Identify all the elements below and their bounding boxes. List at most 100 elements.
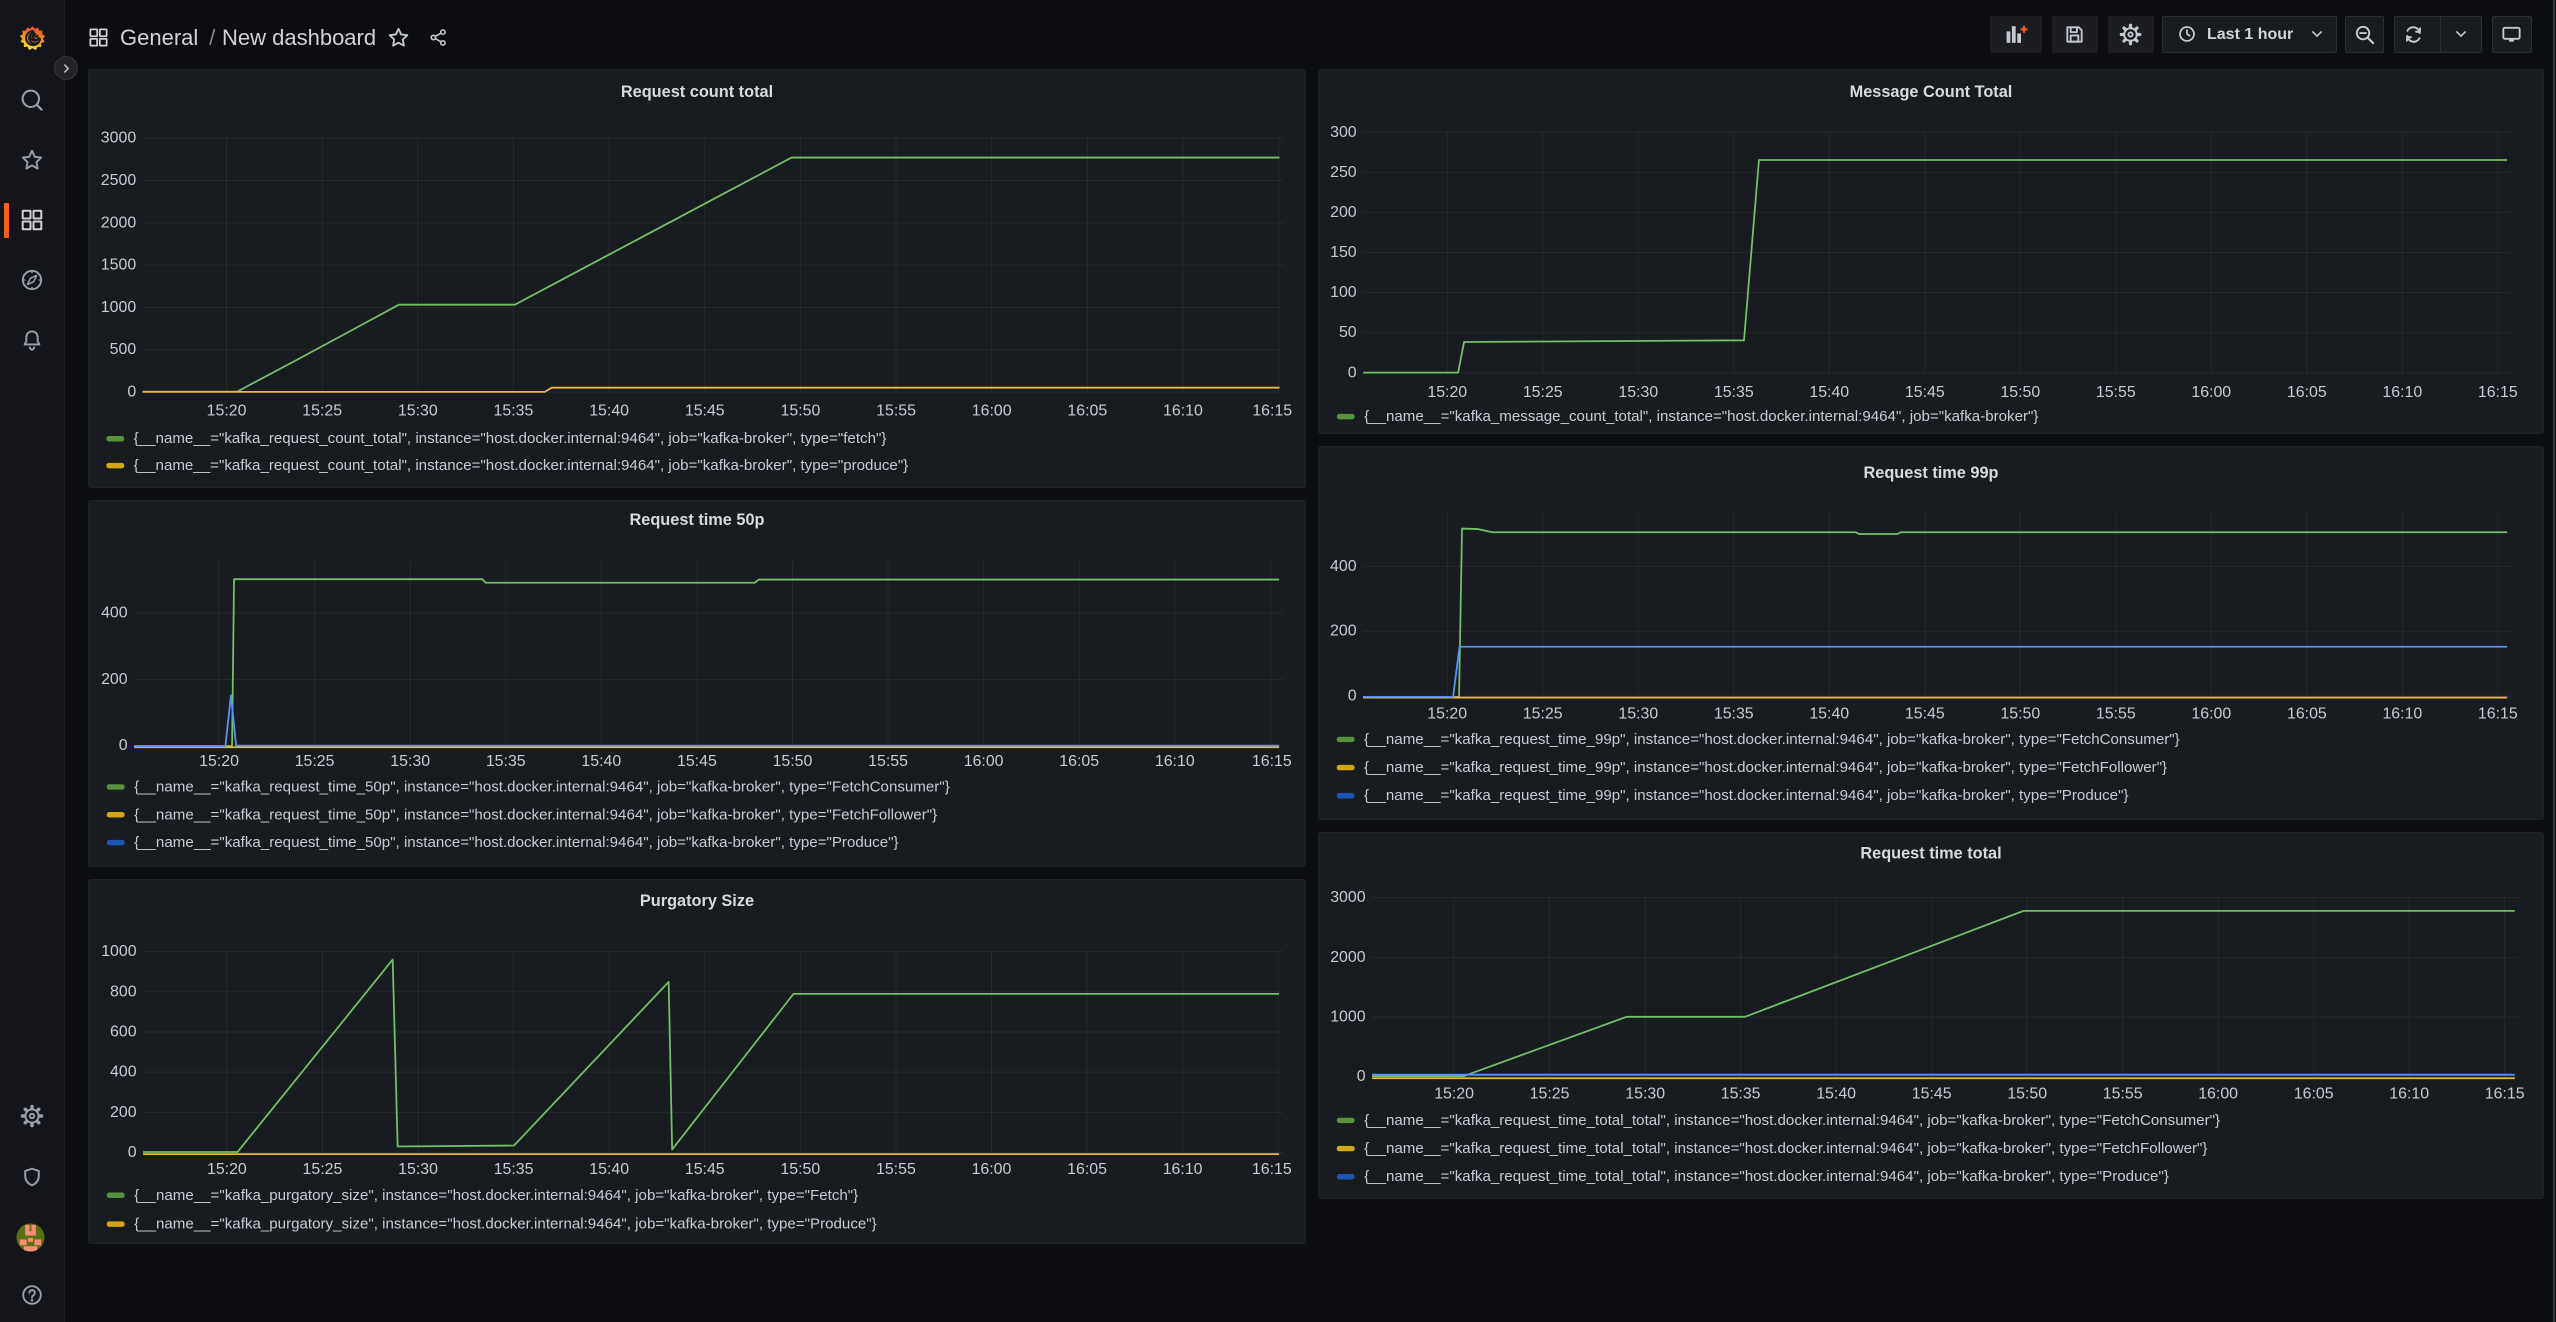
svg-text:16:00: 16:00 — [2198, 1086, 2238, 1103]
svg-text:800: 800 — [110, 983, 137, 1000]
svg-text:150: 150 — [1330, 244, 1357, 261]
svg-text:15:35: 15:35 — [494, 402, 534, 419]
svg-text:15:55: 15:55 — [876, 402, 916, 419]
svg-text:15:40: 15:40 — [1816, 1086, 1856, 1103]
svg-text:{__name__="kafka_request_count: {__name__="kafka_request_count_total", i… — [134, 430, 887, 447]
svg-text:Request time 99p: Request time 99p — [1864, 464, 1999, 482]
svg-text:15:25: 15:25 — [1523, 384, 1563, 401]
svg-text:15:50: 15:50 — [773, 753, 813, 770]
svg-text:{__name__="kafka_request_time_: {__name__="kafka_request_time_99p", inst… — [1364, 759, 2167, 776]
svg-text:15:30: 15:30 — [398, 402, 438, 419]
svg-text:3000: 3000 — [101, 130, 137, 147]
svg-text:16:00: 16:00 — [972, 1161, 1012, 1178]
svg-text:15:25: 15:25 — [303, 1161, 343, 1178]
svg-text:250: 250 — [1330, 164, 1357, 181]
svg-text:15:25: 15:25 — [295, 753, 335, 770]
svg-text:50: 50 — [1339, 324, 1357, 341]
svg-text:500: 500 — [110, 341, 137, 358]
svg-text:15:20: 15:20 — [207, 402, 247, 419]
svg-text:16:15: 16:15 — [1252, 402, 1292, 419]
svg-text:Message Count Total: Message Count Total — [1850, 83, 2013, 101]
svg-text:15:35: 15:35 — [1714, 384, 1754, 401]
svg-text:16:10: 16:10 — [1163, 402, 1203, 419]
svg-text:15:55: 15:55 — [2096, 384, 2136, 401]
svg-text:15:50: 15:50 — [2007, 1086, 2047, 1103]
svg-text:{__name__="kafka_purgatory_siz: {__name__="kafka_purgatory_size", instan… — [134, 1216, 877, 1233]
svg-text:16:05: 16:05 — [1059, 753, 1099, 770]
svg-text:15:35: 15:35 — [486, 753, 526, 770]
svg-text:15:30: 15:30 — [1618, 706, 1658, 723]
svg-text:{__name__="kafka_request_time_: {__name__="kafka_request_time_total_tota… — [1364, 1112, 2220, 1129]
svg-text:3000: 3000 — [1330, 889, 1366, 906]
svg-text:1500: 1500 — [101, 257, 137, 274]
svg-text:16:15: 16:15 — [2478, 384, 2518, 401]
svg-text:400: 400 — [1330, 558, 1357, 575]
svg-text:16:15: 16:15 — [2478, 706, 2518, 723]
svg-text:1000: 1000 — [101, 943, 137, 960]
svg-text:15:50: 15:50 — [780, 402, 820, 419]
svg-text:Request time 50p: Request time 50p — [630, 511, 765, 529]
svg-text:15:20: 15:20 — [1434, 1086, 1474, 1103]
svg-text:15:40: 15:40 — [589, 1161, 629, 1178]
svg-text:0: 0 — [1357, 1068, 1366, 1085]
svg-text:15:40: 15:40 — [1809, 384, 1849, 401]
svg-text:{__name__="kafka_request_time_: {__name__="kafka_request_time_total_tota… — [1364, 1140, 2207, 1157]
svg-text:1000: 1000 — [1330, 1008, 1366, 1025]
svg-text:15:20: 15:20 — [199, 753, 239, 770]
svg-text:600: 600 — [110, 1023, 137, 1040]
svg-text:16:15: 16:15 — [2485, 1086, 2525, 1103]
svg-text:16:15: 16:15 — [1252, 753, 1292, 770]
svg-text:300: 300 — [1330, 124, 1357, 141]
svg-text:{__name__="kafka_request_time_: {__name__="kafka_request_time_99p", inst… — [1364, 787, 2128, 804]
svg-text:200: 200 — [101, 671, 128, 688]
svg-text:{__name__="kafka_request_time_: {__name__="kafka_request_time_50p", inst… — [134, 806, 937, 823]
svg-text:16:10: 16:10 — [1155, 753, 1195, 770]
svg-text:15:25: 15:25 — [302, 402, 342, 419]
svg-text:15:30: 15:30 — [1625, 1086, 1665, 1103]
svg-text:2000: 2000 — [1330, 949, 1366, 966]
svg-text:16:15: 16:15 — [1252, 1161, 1292, 1178]
svg-text:15:45: 15:45 — [1905, 384, 1945, 401]
svg-text:{__name__="kafka_request_count: {__name__="kafka_request_count_total", i… — [134, 457, 909, 474]
svg-text:400: 400 — [101, 604, 128, 621]
svg-text:200: 200 — [1330, 623, 1357, 640]
svg-text:15:30: 15:30 — [1618, 384, 1658, 401]
svg-text:15:25: 15:25 — [1523, 706, 1563, 723]
svg-text:16:00: 16:00 — [964, 753, 1004, 770]
svg-text:15:50: 15:50 — [2000, 706, 2040, 723]
svg-text:15:45: 15:45 — [1905, 706, 1945, 723]
svg-text:Request time total: Request time total — [1860, 844, 2001, 862]
svg-text:15:20: 15:20 — [1427, 706, 1467, 723]
svg-text:16:00: 16:00 — [972, 402, 1012, 419]
svg-text:0: 0 — [127, 383, 136, 400]
svg-text:400: 400 — [110, 1064, 137, 1081]
svg-text:2500: 2500 — [101, 172, 137, 189]
svg-text:15:45: 15:45 — [685, 402, 725, 419]
svg-text:0: 0 — [128, 1144, 137, 1161]
svg-text:Request count total: Request count total — [621, 83, 773, 101]
svg-text:15:55: 15:55 — [2096, 706, 2136, 723]
svg-text:16:10: 16:10 — [2382, 384, 2422, 401]
svg-text:16:10: 16:10 — [1163, 1161, 1203, 1178]
svg-text:16:10: 16:10 — [2389, 1086, 2429, 1103]
svg-text:15:35: 15:35 — [494, 1161, 534, 1178]
svg-text:15:40: 15:40 — [581, 753, 621, 770]
svg-text:{__name__="kafka_purgatory_siz: {__name__="kafka_purgatory_size", instan… — [134, 1187, 858, 1204]
svg-text:16:05: 16:05 — [2287, 706, 2327, 723]
svg-text:16:00: 16:00 — [2191, 706, 2231, 723]
svg-text:15:30: 15:30 — [390, 753, 430, 770]
svg-text:0: 0 — [1348, 364, 1357, 381]
svg-text:15:45: 15:45 — [1912, 1086, 1952, 1103]
svg-text:15:50: 15:50 — [780, 1161, 820, 1178]
svg-text:16:05: 16:05 — [2294, 1086, 2334, 1103]
svg-text:{__name__="kafka_request_time_: {__name__="kafka_request_time_50p", inst… — [134, 834, 898, 851]
svg-text:15:20: 15:20 — [207, 1161, 247, 1178]
svg-text:15:30: 15:30 — [398, 1161, 438, 1178]
svg-text:15:45: 15:45 — [677, 753, 717, 770]
svg-text:{__name__="kafka_request_time_: {__name__="kafka_request_time_total_tota… — [1364, 1168, 2169, 1185]
svg-text:15:35: 15:35 — [1721, 1086, 1761, 1103]
svg-text:15:45: 15:45 — [685, 1161, 725, 1178]
svg-text:1000: 1000 — [101, 299, 137, 316]
svg-text:0: 0 — [119, 737, 128, 754]
svg-text:200: 200 — [1330, 204, 1357, 221]
